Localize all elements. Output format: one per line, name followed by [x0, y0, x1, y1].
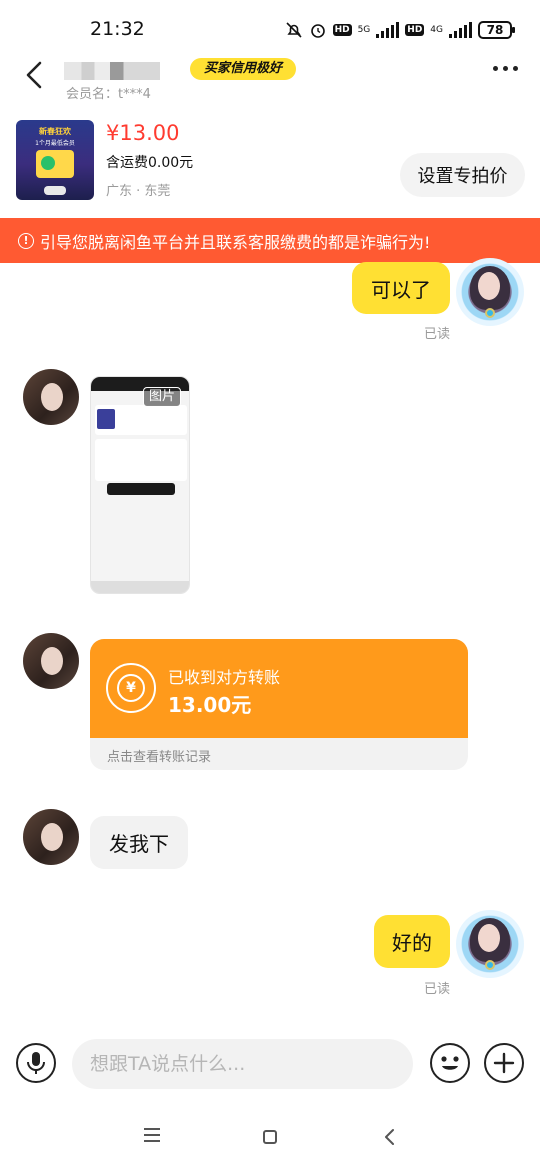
transfer-amount: 13.00元	[168, 693, 252, 717]
image-message[interactable]: 图片	[90, 376, 190, 594]
transfer-card[interactable]: ¥ 已收到对方转账 13.00元 点击查看转账记录	[90, 639, 468, 770]
hd-icon: HD	[332, 24, 352, 36]
mute-bell-icon	[285, 22, 302, 38]
signal-5g-icon	[376, 22, 400, 38]
message-bubble-other[interactable]: 发我下	[90, 816, 188, 869]
alarm-icon	[310, 24, 325, 38]
status-time: 21:32	[90, 18, 145, 40]
fraud-warning-banner: ! 引导您脱离闲鱼平台并且联系客服缴费的都是诈骗行为!	[0, 218, 540, 263]
plus-icon	[493, 1052, 515, 1074]
other-avatar[interactable]	[23, 633, 79, 689]
product-shipping: 含运费0.00元	[106, 155, 194, 171]
read-status: 已读	[424, 982, 451, 997]
product-image-subtitle: 1个月最低会员	[35, 140, 75, 147]
back-button[interactable]	[18, 58, 50, 92]
yen-exchange-icon: ¥	[106, 663, 156, 713]
warning-text: 引导您脱离闲鱼平台并且联系客服缴费的都是诈骗行为!	[40, 232, 431, 252]
add-more-button[interactable]	[484, 1043, 524, 1083]
product-image[interactable]: 新春狂欢 1个月最低会员	[16, 120, 94, 200]
network-5g-label: 5G	[357, 24, 371, 35]
message-input-container[interactable]	[72, 1039, 413, 1089]
user-name-blurred	[64, 62, 160, 80]
set-price-button[interactable]: 设置专拍价	[400, 153, 525, 197]
transfer-title: 已收到对方转账	[168, 668, 281, 687]
emoji-icon	[441, 1056, 459, 1070]
nav-menu-button[interactable]	[144, 1128, 160, 1142]
message-bubble-self[interactable]: 可以了	[352, 262, 450, 314]
emoji-button[interactable]	[430, 1043, 470, 1083]
chevron-left-icon	[26, 61, 42, 89]
message-input[interactable]	[90, 1053, 413, 1075]
message-bubble-self[interactable]: 好的	[374, 915, 450, 968]
product-price: ¥13.00	[106, 121, 180, 145]
signal-4g-icon	[449, 22, 472, 38]
status-icons: HD 5G HD 4G 78	[285, 18, 515, 42]
self-avatar[interactable]	[456, 258, 524, 326]
play-icon	[41, 156, 55, 170]
other-avatar[interactable]	[23, 809, 79, 865]
product-location: 广东 · 东莞	[106, 184, 171, 199]
member-label: 会员名：t***4	[66, 87, 151, 102]
nav-home-button[interactable]	[263, 1130, 277, 1144]
battery-icon: 78	[478, 21, 515, 39]
transfer-record-link[interactable]: 点击查看转账记录	[107, 746, 211, 765]
warning-icon: !	[18, 232, 34, 249]
self-avatar[interactable]	[456, 910, 524, 978]
nav-back-button[interactable]	[382, 1127, 398, 1147]
hd-icon-2: HD	[405, 24, 425, 36]
voice-input-button[interactable]	[16, 1043, 56, 1083]
microphone-icon	[27, 1052, 45, 1074]
nav-back-icon	[385, 1129, 394, 1145]
product-image-button-graphic	[44, 186, 66, 195]
image-tag: 图片	[142, 387, 181, 407]
network-4g-label: 4G	[430, 24, 443, 35]
read-status: 已读	[424, 327, 451, 342]
more-options-button[interactable]	[493, 66, 518, 71]
product-image-title: 新春狂欢	[39, 127, 71, 136]
other-avatar[interactable]	[23, 369, 79, 425]
credit-badge: 买家信用极好	[190, 58, 297, 80]
